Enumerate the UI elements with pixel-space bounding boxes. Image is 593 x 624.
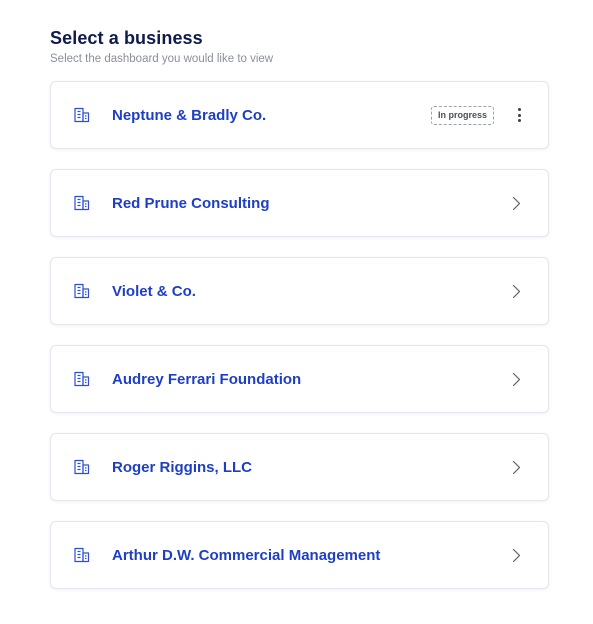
business-name: Violet & Co. [112, 282, 196, 300]
page-subtitle: Select the dashboard you would like to v… [50, 53, 274, 65]
business-card-red-prune[interactable]: Red Prune Consulting [50, 169, 549, 237]
chevron-right-icon [510, 547, 522, 563]
building-icon [73, 458, 91, 476]
business-selector-page: Select a business Select the dashboard y… [0, 0, 593, 624]
building-icon [73, 370, 91, 388]
page-title: Select a business [50, 28, 203, 48]
business-card-roger-riggins[interactable]: Roger Riggins, LLC [50, 433, 549, 501]
chevron-right-icon [510, 195, 522, 211]
chevron-right-icon [510, 283, 522, 299]
business-name: Arthur D.W. Commercial Management [112, 546, 381, 564]
kebab-dot [517, 113, 521, 117]
business-list: Neptune & Bradly Co. In progress Red Pru… [50, 81, 549, 589]
business-name: Red Prune Consulting [112, 194, 270, 212]
chevron-right-icon [510, 459, 522, 475]
kebab-menu-icon[interactable] [513, 107, 525, 123]
kebab-dot [517, 108, 521, 111]
business-card-neptune-bradly[interactable]: Neptune & Bradly Co. In progress [50, 81, 549, 149]
business-name: Audrey Ferrari Foundation [112, 370, 302, 388]
business-card-violet[interactable]: Violet & Co. [50, 257, 549, 325]
business-name: Neptune & Bradly Co. [112, 106, 267, 124]
building-icon [73, 282, 91, 300]
kebab-dot [517, 119, 521, 122]
business-card-audrey-ferrari[interactable]: Audrey Ferrari Foundation [50, 345, 549, 413]
building-icon [73, 546, 91, 564]
business-card-arthur-dw[interactable]: Arthur D.W. Commercial Management [50, 521, 549, 589]
status-badge: In progress [430, 105, 494, 125]
business-name: Roger Riggins, LLC [112, 458, 252, 476]
building-icon [73, 194, 91, 212]
building-icon [73, 106, 91, 124]
chevron-right-icon [510, 371, 522, 387]
